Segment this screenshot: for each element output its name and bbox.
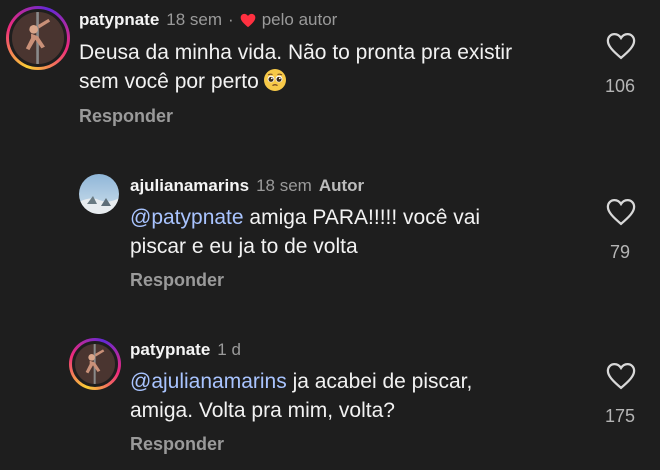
avatar[interactable] — [6, 6, 70, 70]
avatar-photo — [12, 12, 64, 64]
username[interactable]: ajulianamarins — [130, 176, 249, 196]
heart-outline-icon[interactable] — [606, 198, 636, 226]
reply-button[interactable]: Responder — [79, 106, 173, 127]
avatar[interactable] — [69, 338, 121, 390]
comment-text-line: amiga. Volta pra mim, volta? — [130, 399, 395, 422]
comment-text-line: sem você por perto — [79, 70, 259, 93]
comment-text-line: Deusa da minha vida. Não to pronta pra e… — [79, 41, 513, 64]
comment-text: Deusa da minha vida. Não to pronta pra e… — [79, 38, 512, 96]
timestamp: 18 sem — [256, 176, 312, 195]
heart-outline-icon[interactable] — [606, 362, 636, 390]
pleading-face-emoji-icon — [263, 69, 286, 91]
author-badge: Autor — [318, 176, 365, 195]
avatar-photo — [79, 174, 119, 214]
comment-text-line: amiga PARA!!!!! você vai — [243, 206, 481, 229]
timestamp: 1 d — [217, 340, 241, 359]
timestamp: 18 sem — [166, 10, 223, 29]
heart-outline-icon[interactable] — [606, 32, 636, 60]
reply-button[interactable]: Responder — [130, 270, 224, 291]
avatar-photo — [75, 344, 115, 384]
comment-text: @ajulianamarins ja acabei de piscar, ami… — [130, 367, 472, 425]
like-count: 106 — [604, 76, 636, 96]
username[interactable]: patypnate — [130, 340, 210, 360]
comment-text: @patypnate amiga PARA!!!!! você vai pisc… — [130, 203, 480, 261]
like-count: 79 — [609, 242, 631, 262]
like-count: 175 — [604, 406, 636, 426]
liked-by-author-label: pelo autor — [261, 10, 338, 29]
username[interactable]: patypnate — [79, 10, 159, 30]
mention-link[interactable]: @patypnate — [130, 206, 244, 229]
mention-link[interactable]: @ajulianamarins — [130, 370, 287, 393]
reply-button[interactable]: Responder — [130, 434, 224, 455]
comment-text-line: ja acabei de piscar, — [286, 370, 473, 393]
separator-dot: · — [228, 10, 234, 29]
comment-text-line: piscar e eu ja to de volta — [130, 235, 358, 258]
avatar[interactable] — [79, 174, 119, 214]
heart-filled-icon — [240, 13, 256, 27]
